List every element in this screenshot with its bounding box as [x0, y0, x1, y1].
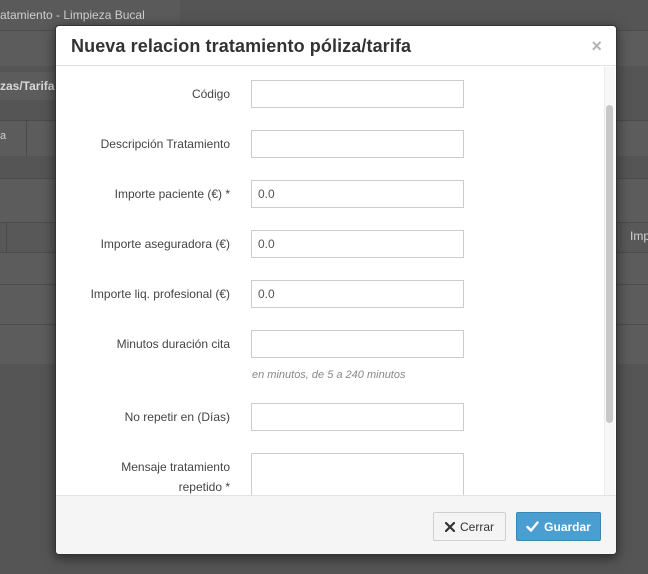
- mensaje-label-line1: Mensaje tratamiento: [121, 460, 230, 474]
- background-column-imp: Imp: [630, 229, 648, 243]
- guardar-label: Guardar: [544, 519, 591, 534]
- form-row-codigo: Código: [56, 80, 616, 108]
- minutos-input[interactable]: [251, 330, 464, 358]
- codigo-input[interactable]: [251, 80, 464, 108]
- importe-liq-input[interactable]: [251, 280, 464, 308]
- guardar-button[interactable]: Guardar: [516, 512, 601, 541]
- codigo-label: Código: [191, 87, 230, 101]
- cerrar-button[interactable]: Cerrar: [433, 512, 506, 541]
- descripcion-label: Descripción Tratamiento: [100, 137, 230, 151]
- minutos-hint: en minutos, de 5 a 240 minutos: [252, 369, 406, 381]
- modal-footer: Cerrar Guardar: [56, 495, 616, 554]
- close-icon[interactable]: ×: [591, 36, 602, 56]
- importe-paciente-label: Importe paciente (€) *: [114, 187, 230, 201]
- background-tab: zas/Tarifa: [0, 72, 56, 100]
- descripcion-input[interactable]: [251, 130, 464, 158]
- form-row-importe-aseguradora: Importe aseguradora (€): [56, 230, 616, 258]
- form-row-importe-liq: Importe liq. profesional (€): [56, 280, 616, 308]
- treatment-policy-modal: Nueva relacion tratamiento póliza/tarifa…: [55, 25, 617, 555]
- mensaje-label-line2: repetido *: [178, 480, 230, 494]
- importe-liq-label: Importe liq. profesional (€): [90, 287, 230, 301]
- importe-paciente-input[interactable]: [251, 180, 464, 208]
- form-row-minutos: Minutos duración cita: [56, 330, 616, 358]
- modal-body: Código Descripción Tratamiento Importe p…: [56, 67, 616, 495]
- importe-aseguradora-input[interactable]: [251, 230, 464, 258]
- check-icon: [526, 521, 539, 532]
- form-row-descripcion: Descripción Tratamiento: [56, 130, 616, 158]
- x-icon: [444, 521, 455, 532]
- form-row-no-repetir: No repetir en (Días): [56, 403, 616, 431]
- form-row-importe-paciente: Importe paciente (€) *: [56, 180, 616, 208]
- mensaje-textarea[interactable]: [251, 453, 464, 495]
- importe-aseguradora-label: Importe aseguradora (€): [100, 237, 230, 251]
- background-divider: [26, 120, 27, 156]
- minutos-label: Minutos duración cita: [116, 337, 230, 351]
- background-column-a: a: [0, 130, 7, 142]
- modal-header: Nueva relacion tratamiento póliza/tarifa…: [56, 26, 616, 66]
- cerrar-label: Cerrar: [459, 519, 494, 534]
- background-divider: [6, 222, 7, 252]
- modal-title: Nueva relacion tratamiento póliza/tarifa: [71, 36, 412, 56]
- scrollbar-thumb[interactable]: [606, 105, 613, 423]
- no-repetir-input[interactable]: [251, 403, 464, 431]
- mensaje-label: Mensaje tratamiento repetido *: [121, 457, 230, 495]
- no-repetir-label: No repetir en (Días): [124, 410, 230, 424]
